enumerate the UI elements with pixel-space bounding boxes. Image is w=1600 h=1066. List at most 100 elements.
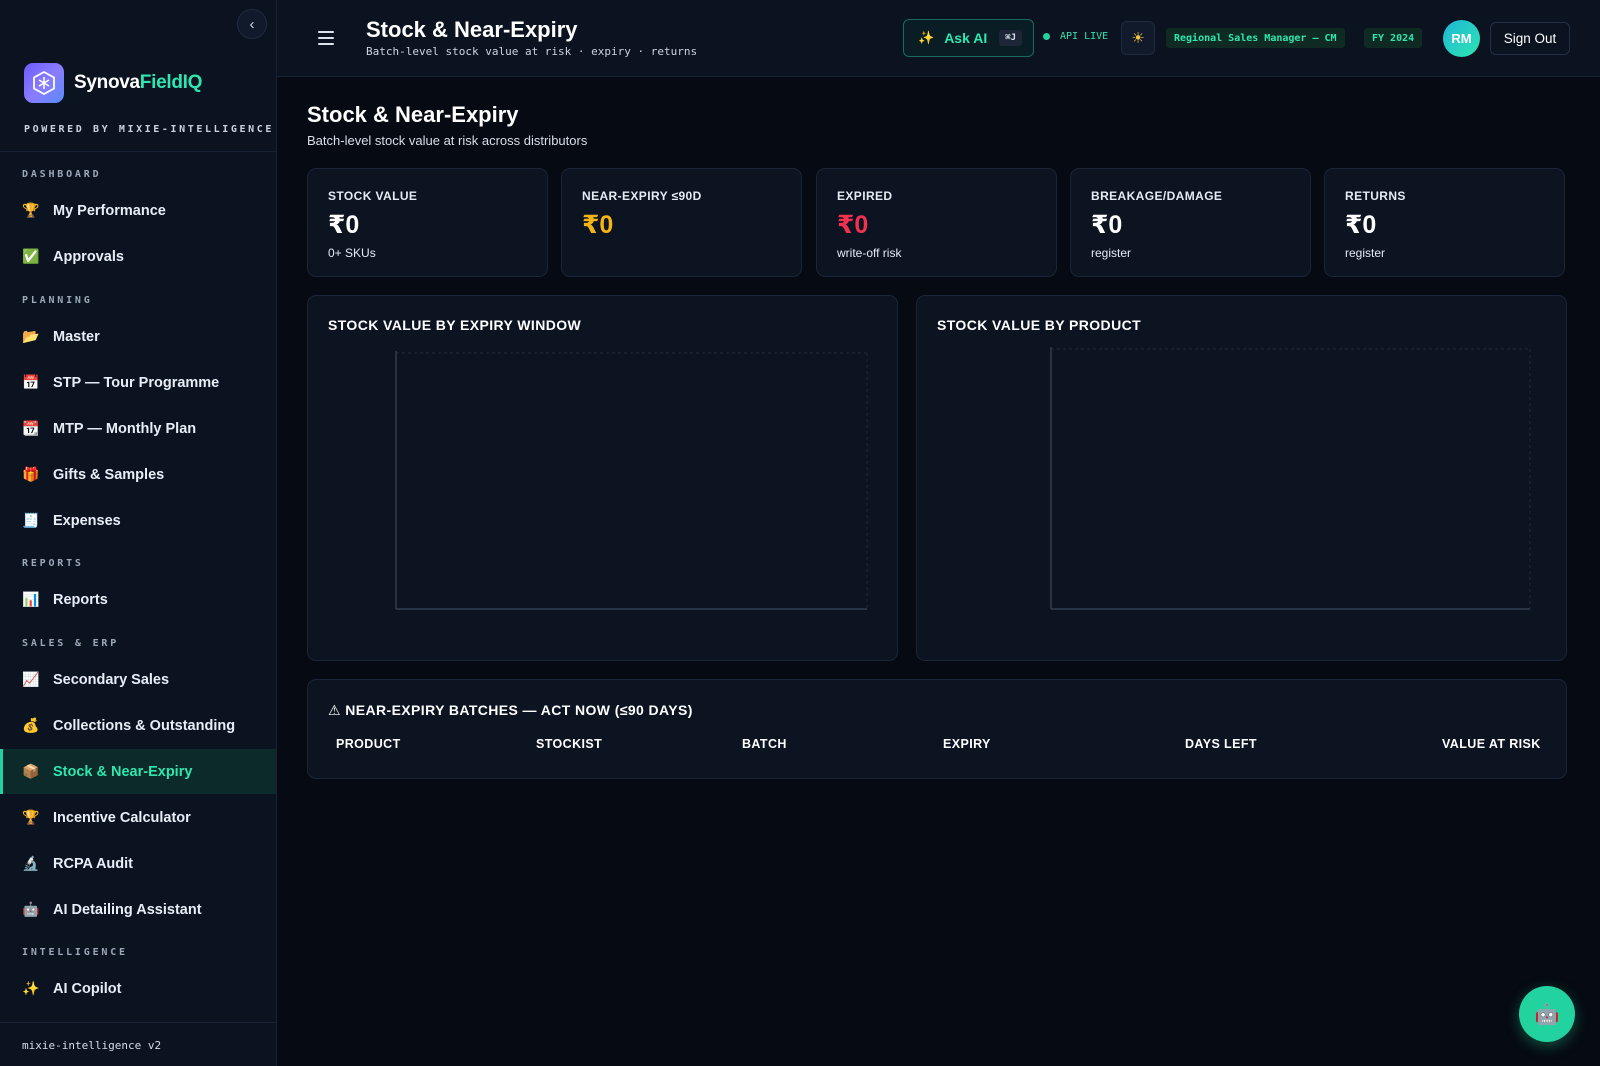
- menu-icon[interactable]: [318, 31, 334, 45]
- kpi-value: ₹0: [582, 211, 614, 239]
- divider: [0, 151, 276, 152]
- kpi-card-stock-value: STOCK VALUE ₹0 0+ SKUs: [307, 168, 548, 277]
- chevron-left-icon: ‹: [249, 15, 255, 33]
- sparkle-icon: ✨: [22, 980, 40, 996]
- kpi-value: ₹0: [328, 211, 360, 239]
- avatar-initials: RM: [1451, 31, 1472, 46]
- sidebar-item-stock-near-expiry[interactable]: 📦 Stock & Near-Expiry: [0, 749, 276, 794]
- ask-ai-button[interactable]: ✨ Ask AI ⌘J: [903, 19, 1034, 57]
- robot-icon: 🤖: [1534, 1003, 1560, 1026]
- sidebar-item-incentive-calculator[interactable]: 🏆 Incentive Calculator: [0, 795, 276, 840]
- sidebar-item-stp[interactable]: 📅 STP — Tour Programme: [0, 360, 276, 405]
- column-header-stockist[interactable]: STOCKIST: [536, 737, 602, 751]
- trend-chart-icon: 📈: [22, 671, 40, 687]
- microscope-icon: 🔬: [22, 855, 40, 871]
- column-header-expiry[interactable]: EXPIRY: [943, 737, 991, 751]
- api-status-label: API LIVE: [1060, 31, 1109, 42]
- sidebar-item-label: AI Detailing Assistant: [53, 901, 202, 918]
- sign-out-button[interactable]: Sign Out: [1490, 22, 1570, 55]
- sidebar-item-label: Stock & Near-Expiry: [53, 763, 193, 780]
- sidebar-item-gifts-samples[interactable]: 🎁 Gifts & Samples: [0, 452, 276, 497]
- divider: [0, 1022, 276, 1023]
- avatar[interactable]: RM: [1443, 20, 1480, 57]
- kpi-card-returns: RETURNS ₹0 register: [1324, 168, 1565, 277]
- section-planning: PLANNING: [22, 295, 93, 306]
- sidebar-item-label: RCPA Audit: [53, 855, 134, 872]
- sparkle-icon: ✨: [918, 30, 935, 45]
- sun-icon: ☀: [1131, 30, 1145, 47]
- theme-toggle-button[interactable]: ☀: [1121, 21, 1155, 55]
- near-expiry-table-panel: ⚠ NEAR-EXPIRY BATCHES — ACT NOW (≤90 DAY…: [307, 679, 1567, 779]
- role-badge: Regional Sales Manager — CM: [1166, 28, 1345, 48]
- sidebar-item-label: Incentive Calculator: [53, 809, 191, 826]
- column-header-batch[interactable]: BATCH: [742, 737, 787, 751]
- sidebar-item-label: Secondary Sales: [53, 671, 170, 688]
- money-bag-icon: 💰: [22, 717, 40, 733]
- trophy-icon: 🏆: [22, 202, 40, 218]
- keyboard-shortcut: ⌘J: [999, 30, 1023, 46]
- section-intelligence: INTELLIGENCE: [22, 947, 128, 958]
- ask-ai-label: Ask AI: [944, 30, 988, 46]
- sidebar-item-mtp[interactable]: 📆 MTP — Monthly Plan: [0, 406, 276, 451]
- kpi-note: write-off risk: [837, 246, 902, 260]
- brand[interactable]: SynovaFieldIQ: [24, 63, 202, 103]
- check-box-icon: ✅: [22, 248, 40, 264]
- assistant-fab-button[interactable]: 🤖: [1519, 986, 1575, 1042]
- receipt-icon: 🧾: [22, 512, 40, 528]
- bar-chart-icon: 📊: [22, 591, 40, 607]
- header-title: Stock & Near-Expiry: [366, 17, 578, 42]
- status-dot-icon: [1043, 33, 1050, 40]
- collapse-sidebar-button[interactable]: ‹: [237, 9, 267, 39]
- kpi-label: EXPIRED: [837, 189, 893, 203]
- sidebar-item-my-performance[interactable]: 🏆 My Performance: [0, 188, 276, 233]
- sidebar: ‹ SynovaFieldIQ POWERED BY MIXIE-INTELLI…: [0, 0, 277, 1066]
- api-status: API LIVE: [1043, 31, 1108, 42]
- chart-panel-product: STOCK VALUE BY PRODUCT: [916, 295, 1567, 661]
- kpi-label: NEAR-EXPIRY ≤90D: [582, 189, 702, 203]
- fiscal-year-badge: FY 2024: [1364, 28, 1423, 48]
- kpi-card-expired: EXPIRED ₹0 write-off risk: [816, 168, 1057, 277]
- sidebar-item-ai-detailing[interactable]: 🤖 AI Detailing Assistant: [0, 887, 276, 932]
- sidebar-item-label: AI Copilot: [53, 980, 122, 997]
- sidebar-item-ai-copilot[interactable]: ✨ AI Copilot: [0, 966, 276, 1011]
- product-chart: [1050, 347, 1531, 610]
- calendar-date-icon: 📆: [22, 420, 40, 436]
- sidebar-item-label: Master: [53, 328, 100, 345]
- kpi-note: 0+ SKUs: [328, 246, 376, 260]
- section-sales-erp: SALES & ERP: [22, 638, 120, 649]
- sidebar-item-collections[interactable]: 💰 Collections & Outstanding: [0, 703, 276, 748]
- table-title: ⚠ NEAR-EXPIRY BATCHES — ACT NOW (≤90 DAY…: [328, 702, 693, 718]
- kpi-note: register: [1091, 246, 1132, 260]
- version-label: mixie-intelligence v2: [22, 1039, 162, 1052]
- logo-icon: [24, 63, 64, 103]
- powered-by: POWERED BY MIXIE-INTELLIGENCE: [24, 124, 274, 135]
- sidebar-item-label: Collections & Outstanding: [53, 717, 236, 734]
- sidebar-item-expenses[interactable]: 🧾 Expenses: [0, 498, 276, 543]
- sidebar-item-reports[interactable]: 📊 Reports: [0, 577, 276, 622]
- page-subtitle: Batch-level stock value at risk across d…: [307, 133, 588, 148]
- sidebar-item-label: STP — Tour Programme: [53, 374, 220, 391]
- kpi-label: STOCK VALUE: [328, 189, 418, 203]
- top-header: Stock & Near-Expiry Batch-level stock va…: [277, 0, 1600, 77]
- kpi-value: ₹0: [1345, 211, 1377, 239]
- chart-panel-expiry-window: STOCK VALUE BY EXPIRY WINDOW: [307, 295, 898, 661]
- sidebar-item-label: Gifts & Samples: [53, 466, 165, 483]
- sidebar-item-secondary-sales[interactable]: 📈 Secondary Sales: [0, 657, 276, 702]
- package-icon: 📦: [22, 763, 40, 779]
- sidebar-item-label: Approvals: [53, 248, 124, 265]
- robot-icon: 🤖: [22, 901, 40, 917]
- brand-name: SynovaFieldIQ: [74, 72, 203, 93]
- trophy-icon: 🏆: [22, 809, 40, 825]
- kpi-value: ₹0: [837, 211, 869, 239]
- column-header-value-at-risk[interactable]: VALUE AT RISK: [1442, 737, 1541, 751]
- kpi-value: ₹0: [1091, 211, 1123, 239]
- folder-icon: 📂: [22, 328, 40, 344]
- column-header-days-left[interactable]: DAYS LEFT: [1185, 737, 1257, 751]
- sidebar-item-rcpa-audit[interactable]: 🔬 RCPA Audit: [0, 841, 276, 886]
- section-dashboard: DASHBOARD: [22, 169, 102, 180]
- page-title: Stock & Near-Expiry: [307, 102, 519, 127]
- sidebar-item-approvals[interactable]: ✅ Approvals: [0, 234, 276, 279]
- column-header-product[interactable]: PRODUCT: [336, 737, 401, 751]
- kpi-note: register: [1345, 246, 1386, 260]
- sidebar-item-master[interactable]: 📂 Master: [0, 314, 276, 359]
